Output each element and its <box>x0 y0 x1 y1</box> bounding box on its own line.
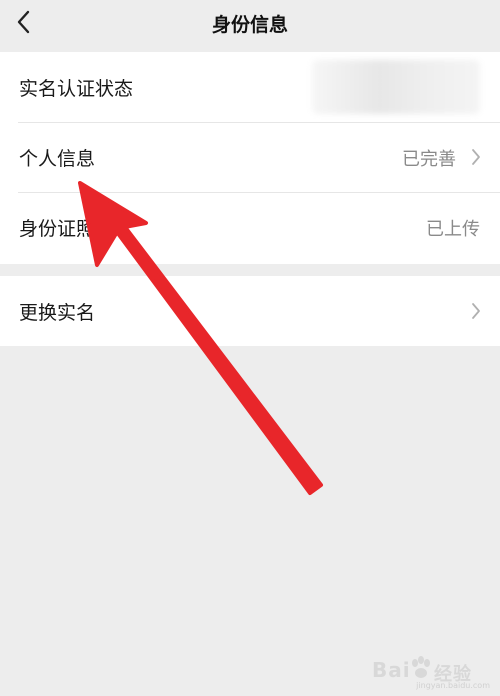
baidu-jingyan-watermark: Bai 经验 jingyan.baidu.com <box>372 650 490 690</box>
identity-info-group: 实名认证状态 个人信息 已完善 身份证照 已上传 <box>0 52 500 264</box>
change-realname-group: 更换实名 <box>0 276 500 346</box>
page-title: 身份信息 <box>211 14 288 36</box>
row-label: 个人信息 <box>19 148 96 170</box>
row-value: 已上传 <box>426 219 480 240</box>
row-personal-info[interactable]: 个人信息 已完善 <box>0 122 500 192</box>
row-label: 实名认证状态 <box>19 78 134 100</box>
paw-icon <box>412 656 430 678</box>
chevron-right-icon <box>472 303 480 319</box>
row-id-photo[interactable]: 身份证照 已上传 <box>0 192 500 262</box>
row-verification-status[interactable]: 实名认证状态 <box>0 52 500 122</box>
blurred-status-value <box>312 60 480 114</box>
row-change-realname[interactable]: 更换实名 <box>0 276 500 346</box>
watermark-url: jingyan.baidu.com <box>416 681 490 690</box>
top-bar: 身份信息 <box>0 0 500 46</box>
row-label: 身份证照 <box>19 218 96 240</box>
chevron-right-icon <box>472 149 480 165</box>
row-label: 更换实名 <box>19 302 96 324</box>
row-value: 已完善 <box>402 149 456 170</box>
watermark-brand: Bai <box>372 658 411 682</box>
